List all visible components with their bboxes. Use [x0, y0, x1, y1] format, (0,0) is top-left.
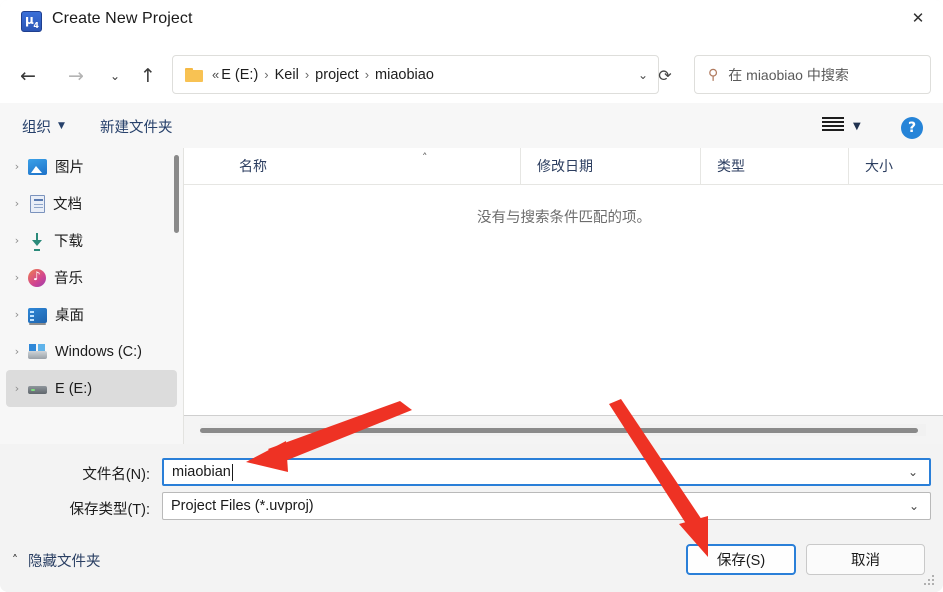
- file-list-pane: 名称 ˄ 修改日期 类型 大小 没有与搜索条件匹配的项。: [183, 148, 943, 444]
- horizontal-scrollbar[interactable]: [184, 415, 943, 444]
- search-placeholder: 在 miaobiao 中搜索: [728, 66, 849, 83]
- sidebar-item-label: 图片: [55, 160, 84, 176]
- documents-icon: [30, 194, 45, 213]
- breadcrumb-item-1[interactable]: Keil: [275, 67, 299, 83]
- e-drive-icon: [28, 382, 47, 398]
- chevron-up-icon: ˄: [12, 553, 18, 567]
- organize-label: 组织: [22, 119, 51, 136]
- c-drive-icon: [28, 344, 47, 360]
- breadcrumb-separator: ›: [264, 67, 269, 82]
- organize-button[interactable]: 组织 ▼: [22, 113, 65, 139]
- view-options-chevron-down-icon[interactable]: ▼: [853, 121, 861, 132]
- new-folder-button[interactable]: 新建文件夹: [100, 113, 173, 139]
- column-header-type[interactable]: 类型: [700, 148, 848, 184]
- sidebar-item-documents[interactable]: › 文档: [6, 185, 177, 222]
- chevron-down-icon: ▼: [58, 121, 65, 131]
- breadcrumb-separator: ›: [304, 67, 310, 82]
- chevron-right-icon[interactable]: ›: [6, 271, 28, 284]
- chevron-right-icon[interactable]: ›: [6, 197, 28, 210]
- sidebar-item-pictures[interactable]: › 图片: [6, 148, 177, 185]
- navigation-sidebar: › 图片 › 文档 › 下载 › 音乐 › 桌面 › Windows (C:): [0, 148, 183, 444]
- close-icon[interactable]: ✕: [893, 0, 943, 36]
- chevron-right-icon[interactable]: ›: [6, 160, 28, 173]
- recent-locations-icon[interactable]: ⌄: [99, 60, 131, 92]
- sidebar-item-label: E (E:): [55, 380, 93, 397]
- sidebar-item-label: 音乐: [54, 271, 83, 287]
- search-input[interactable]: ⚲ 在 miaobiao 中搜索: [694, 55, 931, 94]
- file-list-header: 名称 ˄ 修改日期 类型 大小: [184, 148, 943, 185]
- desktop-icon: [28, 307, 47, 325]
- column-header-size[interactable]: 大小: [848, 148, 943, 184]
- file-name-label: 文件名(N):: [82, 467, 150, 483]
- forward-icon[interactable]: →: [60, 60, 92, 92]
- file-name-value: miaobian: [172, 464, 231, 480]
- refresh-icon[interactable]: ⟳: [650, 60, 680, 90]
- sidebar-item-e-drive[interactable]: › E (E:): [6, 370, 177, 407]
- file-name-input[interactable]: miaobian ⌄: [162, 458, 931, 486]
- breadcrumb-overflow[interactable]: «: [212, 67, 221, 82]
- breadcrumb[interactable]: « E (E:) › Keil › project › miaobiao ⌄: [172, 55, 659, 94]
- pictures-icon: [28, 159, 47, 175]
- chevron-right-icon[interactable]: ›: [6, 234, 28, 247]
- breadcrumb-separator: ›: [364, 67, 370, 82]
- breadcrumb-item-3[interactable]: miaobiao: [375, 67, 434, 83]
- sidebar-scrollbar[interactable]: [174, 155, 179, 438]
- back-icon[interactable]: ←: [12, 60, 44, 92]
- column-header-date-modified[interactable]: 修改日期: [520, 148, 700, 184]
- breadcrumb-item-2[interactable]: project: [315, 67, 359, 83]
- folder-icon: [185, 67, 203, 82]
- save-button[interactable]: 保存(S): [686, 544, 796, 575]
- horizontal-scrollbar-track[interactable]: [200, 424, 926, 436]
- sidebar-item-downloads[interactable]: › 下载: [6, 222, 177, 259]
- view-list-icon[interactable]: [822, 117, 844, 133]
- sidebar-item-label: Windows (C:): [55, 343, 143, 360]
- sidebar-item-label: 桌面: [55, 308, 84, 324]
- chevron-down-icon[interactable]: ⌄: [638, 68, 648, 82]
- chevron-right-icon[interactable]: ›: [6, 345, 28, 358]
- keil-uvision-icon: µ4: [21, 11, 42, 32]
- save-type-value: Project Files (*.uvproj): [171, 498, 314, 514]
- resize-grip[interactable]: [924, 574, 936, 586]
- chevron-down-icon[interactable]: ⌄: [908, 465, 918, 479]
- column-header-name[interactable]: 名称 ˄: [223, 148, 520, 184]
- column-label: 名称: [239, 158, 267, 174]
- hide-folders-label: 隐藏文件夹: [28, 553, 101, 570]
- sidebar-item-label: 文档: [53, 197, 82, 213]
- horizontal-scrollbar-thumb[interactable]: [200, 428, 918, 433]
- save-type-select[interactable]: Project Files (*.uvproj) ⌄: [162, 492, 931, 520]
- save-type-label: 保存类型(T):: [69, 502, 150, 518]
- sort-ascending-icon: ˄: [422, 151, 428, 164]
- text-cursor: [231, 463, 233, 481]
- title-bar: µ4 Create New Project ✕: [0, 0, 943, 45]
- downloads-icon: [28, 232, 46, 250]
- create-new-project-dialog: µ4 Create New Project ✕ ← → ⌄ ↑ « E (E:)…: [0, 0, 943, 592]
- sidebar-item-windows-c[interactable]: › Windows (C:): [6, 333, 177, 370]
- sidebar-scrollbar-thumb[interactable]: [174, 155, 179, 233]
- chevron-right-icon[interactable]: ›: [6, 382, 28, 395]
- sidebar-item-desktop[interactable]: › 桌面: [6, 296, 177, 333]
- chevron-down-icon[interactable]: ⌄: [909, 499, 919, 513]
- search-icon: ⚲: [708, 66, 719, 83]
- hide-folders-toggle[interactable]: ˄ 隐藏文件夹: [12, 548, 101, 572]
- window-title: Create New Project: [52, 10, 193, 27]
- empty-list-message: 没有与搜索条件匹配的项。: [477, 210, 651, 226]
- breadcrumb-item-0[interactable]: E (E:): [221, 67, 258, 83]
- music-icon: [28, 268, 46, 287]
- sidebar-item-label: 下载: [54, 234, 83, 250]
- help-icon[interactable]: ?: [901, 117, 923, 139]
- sidebar-item-music[interactable]: › 音乐: [6, 259, 177, 296]
- cancel-button[interactable]: 取消: [806, 544, 925, 575]
- up-icon[interactable]: ↑: [132, 60, 164, 92]
- chevron-right-icon[interactable]: ›: [6, 308, 28, 321]
